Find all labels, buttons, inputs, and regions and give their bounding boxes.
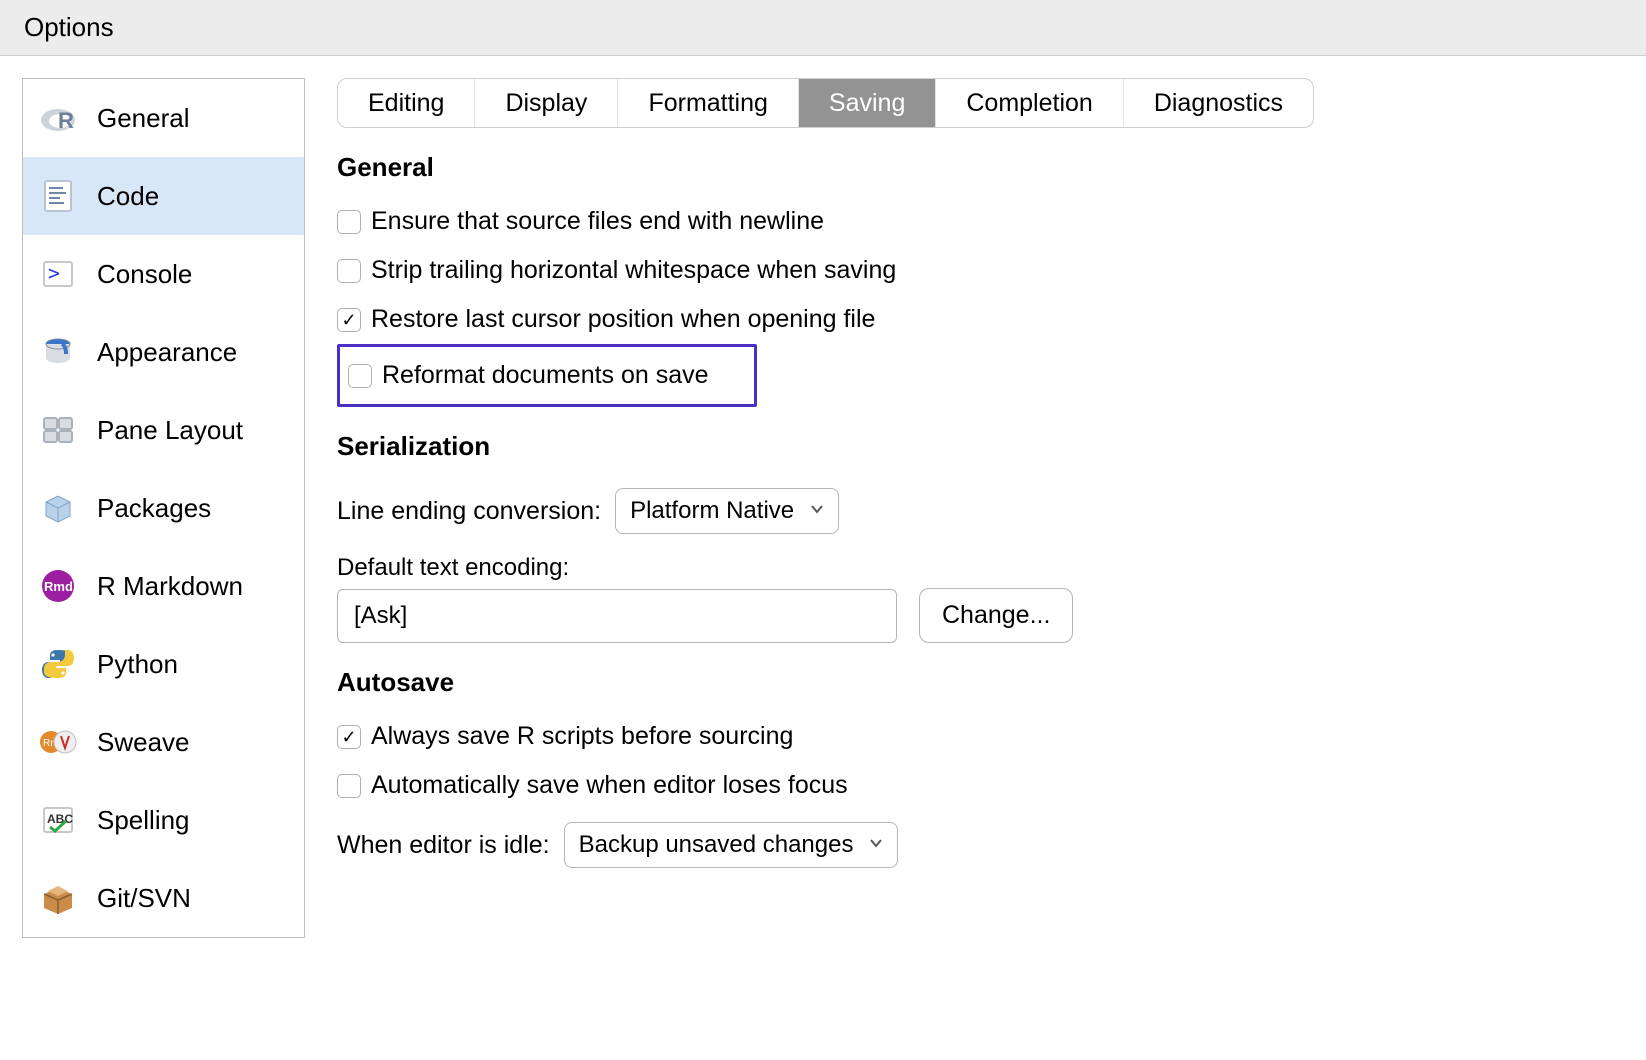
window-title: Options [24, 12, 114, 42]
svg-text:ABC: ABC [47, 812, 73, 826]
change-encoding-button[interactable]: Change... [919, 588, 1073, 643]
svg-text:R: R [58, 108, 74, 133]
encoding-label: Default text encoding: [337, 554, 569, 581]
section-autosave-title: Autosave [337, 667, 1646, 698]
sidebar-item-label: Packages [97, 493, 211, 524]
tab-completion[interactable]: Completion [936, 79, 1123, 127]
tab-formatting[interactable]: Formatting [618, 79, 798, 127]
spellcheck-icon: ABC [37, 799, 79, 841]
svg-text:Rmd: Rmd [44, 579, 73, 594]
sidebar-item-spelling[interactable]: ABC Spelling [23, 781, 304, 859]
option-label: Always save R scripts before sourcing [371, 722, 793, 751]
sidebar-item-label: Git/SVN [97, 883, 191, 914]
line-ending-label: Line ending conversion: [337, 497, 601, 526]
r-logo-icon: R [37, 97, 79, 139]
sidebar-item-label: Spelling [97, 805, 190, 836]
paint-bucket-icon [37, 331, 79, 373]
sidebar-item-label: General [97, 103, 190, 134]
idle-label: When editor is idle: [337, 831, 550, 860]
sidebar-item-r-markdown[interactable]: Rmd R Markdown [23, 547, 304, 625]
checkbox-restore-cursor[interactable] [337, 308, 361, 332]
sidebar-item-label: Appearance [97, 337, 237, 368]
option-label: Automatically save when editor loses foc… [371, 771, 848, 800]
prompt-icon: > [37, 253, 79, 295]
option-reformat-on-save[interactable]: Reformat documents on save [337, 344, 757, 407]
code-options-tabs: Editing Display Formatting Saving Comple… [337, 78, 1314, 128]
idle-value: Backup unsaved changes [579, 831, 854, 859]
option-label: Restore last cursor position when openin… [371, 305, 875, 334]
svg-text:>: > [48, 261, 60, 285]
sidebar-item-label: Code [97, 181, 159, 212]
option-restore-cursor[interactable]: Restore last cursor position when openin… [337, 295, 1646, 344]
encoding-textbox[interactable]: [Ask] [337, 589, 897, 643]
line-ending-select[interactable]: Platform Native [615, 488, 839, 534]
window-titlebar: Options [0, 0, 1646, 56]
sidebar-item-console[interactable]: > Console [23, 235, 304, 313]
sidebar-item-git-svn[interactable]: Git/SVN [23, 859, 304, 937]
sidebar-item-python[interactable]: Python [23, 625, 304, 703]
sweave-icon: Rnw [37, 721, 79, 763]
checkbox-reformat-on-save[interactable] [348, 364, 372, 388]
tab-display[interactable]: Display [475, 79, 618, 127]
package-box-icon [37, 487, 79, 529]
line-ending-value: Platform Native [630, 497, 794, 525]
sidebar-item-general[interactable]: R General [23, 79, 304, 157]
checkbox-end-newline[interactable] [337, 210, 361, 234]
sidebar-item-label: Console [97, 259, 192, 290]
chevron-down-icon [810, 502, 824, 521]
idle-action-select[interactable]: Backup unsaved changes [564, 822, 899, 868]
option-strip-whitespace[interactable]: Strip trailing horizontal whitespace whe… [337, 246, 1646, 295]
option-save-on-blur[interactable]: Automatically save when editor loses foc… [337, 761, 1646, 810]
sidebar-item-label: R Markdown [97, 571, 243, 602]
option-save-before-source[interactable]: Always save R scripts before sourcing [337, 712, 1646, 761]
tab-saving[interactable]: Saving [799, 79, 936, 127]
checkbox-strip-whitespace[interactable] [337, 259, 361, 283]
tab-editing[interactable]: Editing [338, 79, 475, 127]
tab-diagnostics[interactable]: Diagnostics [1124, 79, 1313, 127]
sidebar-item-code[interactable]: Code [23, 157, 304, 235]
sidebar-item-pane-layout[interactable]: Pane Layout [23, 391, 304, 469]
sidebar-item-appearance[interactable]: Appearance [23, 313, 304, 391]
checkbox-save-before-source[interactable] [337, 725, 361, 749]
python-logo-icon [37, 643, 79, 685]
pane-grid-icon [37, 409, 79, 451]
encoding-value: [Ask] [354, 602, 407, 629]
option-end-newline[interactable]: Ensure that source files end with newlin… [337, 197, 1646, 246]
rmd-badge-icon: Rmd [37, 565, 79, 607]
option-label: Strip trailing horizontal whitespace whe… [371, 256, 896, 285]
section-serialization-title: Serialization [337, 431, 1646, 462]
options-sidebar: R General Code > [22, 78, 305, 938]
chevron-down-icon [869, 836, 883, 855]
sidebar-item-label: Sweave [97, 727, 190, 758]
sidebar-item-sweave[interactable]: Rnw Sweave [23, 703, 304, 781]
sidebar-item-label: Python [97, 649, 178, 680]
code-doc-icon [37, 175, 79, 217]
section-general-title: General [337, 152, 1646, 183]
sidebar-item-packages[interactable]: Packages [23, 469, 304, 547]
checkbox-save-on-blur[interactable] [337, 774, 361, 798]
cardboard-box-icon [37, 877, 79, 919]
sidebar-item-label: Pane Layout [97, 415, 243, 446]
option-label: Ensure that source files end with newlin… [371, 207, 824, 236]
option-label: Reformat documents on save [382, 361, 709, 390]
